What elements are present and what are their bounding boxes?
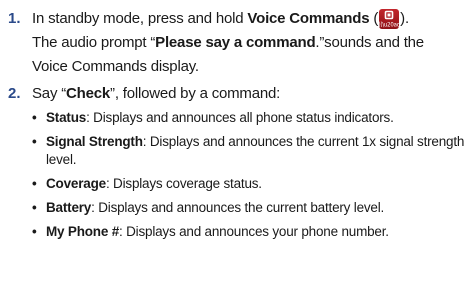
svg-text:((\u20ac: ((\u20ac	[379, 22, 399, 29]
list-item: • Status: Displays and announces all phon…	[32, 109, 466, 127]
command-desc: : Displays coverage status.	[105, 176, 262, 191]
command-desc: : Displays and announces your phone numb…	[119, 224, 389, 239]
instruction-document: 1. In standby mode, press and hold Voice…	[0, 0, 472, 301]
step-2-after: ”, followed by a command:	[110, 85, 281, 102]
prompt-phrase: Please say a command	[155, 34, 316, 51]
step-1-intro: In standby mode, press and hold	[32, 10, 248, 27]
step-number: 2.	[8, 85, 21, 102]
list-item: • My Phone #: Displays and announces your…	[32, 223, 466, 241]
paren-close: ).	[400, 10, 409, 27]
command-name: Coverage	[46, 176, 106, 191]
command-name: Signal Strength	[46, 134, 143, 149]
step-2-intro: Say “	[32, 85, 67, 102]
list-item: • Signal Strength: Displays and announces…	[32, 133, 466, 169]
command-name: Status	[46, 110, 87, 125]
bullet-icon: •	[32, 176, 37, 191]
prompt-after: .”sounds and the	[315, 34, 424, 51]
list-item: • Coverage: Displays coverage status.	[32, 175, 466, 193]
bullet-icon: •	[32, 134, 37, 149]
command-name: My Phone #	[46, 224, 120, 239]
command-list: • Status: Displays and announces all phon…	[32, 109, 472, 241]
voice-commands-icon: ((\u20ac	[379, 9, 400, 29]
bullet-icon: •	[32, 224, 37, 239]
command-name: Battery	[46, 200, 92, 215]
list-item: • Battery: Displays and announces the cur…	[32, 199, 466, 217]
check-keyword: Check	[66, 85, 111, 102]
prompt-intro: The audio prompt “	[32, 34, 156, 51]
command-desc: : Displays and announces the current bat…	[91, 200, 385, 215]
step-2-text: Say “Check”, followed by a command: • Sta…	[32, 82, 472, 247]
step-1: 1. In standby mode, press and hold Voice…	[8, 7, 472, 79]
step-number: 1.	[8, 10, 21, 27]
bullet-icon: •	[32, 200, 37, 215]
voice-commands-label: Voice Commands	[247, 10, 370, 27]
step-1-text: In standby mode, press and hold Voice Co…	[32, 7, 472, 79]
step-2: 2. Say “Check”, followed by a command: •…	[8, 82, 472, 247]
bullet-icon: •	[32, 110, 37, 125]
step-1-line3: Voice Commands display.	[32, 58, 199, 75]
paren-open: (	[369, 10, 379, 27]
command-desc: : Displays and announces all phone statu…	[86, 110, 394, 125]
